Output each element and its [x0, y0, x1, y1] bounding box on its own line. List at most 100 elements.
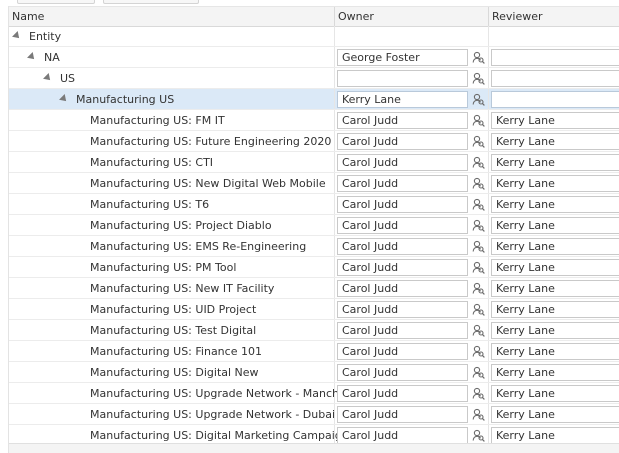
- tree-row[interactable]: Manufacturing US: Test Digital Carol Judd…: [9, 320, 619, 341]
- tree-node[interactable]: Manufacturing US: New Digital Web Mobile: [90, 173, 326, 193]
- owner-input[interactable]: Carol Judd: [337, 301, 468, 318]
- tree-row[interactable]: Manufacturing US Kerry Lane: [9, 89, 619, 110]
- tree-row[interactable]: NA George Foster: [9, 47, 619, 68]
- reviewer-input[interactable]: Kerry Lane: [491, 259, 619, 276]
- reviewer-input[interactable]: Kerry Lane: [491, 385, 619, 402]
- tree-node[interactable]: Manufacturing US: FM IT: [90, 110, 225, 130]
- owner-input[interactable]: Carol Judd: [337, 322, 468, 339]
- person-search-icon[interactable]: [470, 91, 487, 108]
- person-search-icon[interactable]: [470, 133, 487, 150]
- person-search-icon[interactable]: [470, 217, 487, 234]
- owner-input[interactable]: Carol Judd: [337, 133, 468, 150]
- tree-node[interactable]: Manufacturing US: Upgrade Network - Manc…: [90, 383, 367, 403]
- owner-input[interactable]: Carol Judd: [337, 343, 468, 360]
- toolbar-tab-clipped-2[interactable]: [103, 0, 199, 4]
- reviewer-input[interactable]: [491, 70, 619, 87]
- tree-row[interactable]: US: [9, 68, 619, 89]
- tree-node[interactable]: Manufacturing US: Project Diablo: [90, 215, 272, 235]
- reviewer-input[interactable]: Kerry Lane: [491, 406, 619, 423]
- person-search-icon[interactable]: [470, 196, 487, 213]
- person-search-icon[interactable]: [470, 49, 487, 66]
- tree-node[interactable]: Manufacturing US: T6: [90, 194, 209, 214]
- reviewer-input[interactable]: Kerry Lane: [491, 427, 619, 444]
- person-search-icon[interactable]: [470, 406, 487, 423]
- tree-row[interactable]: Manufacturing US: PM Tool Carol Judd Kerry…: [9, 257, 619, 278]
- person-search-icon[interactable]: [470, 322, 487, 339]
- person-search-icon[interactable]: [470, 280, 487, 297]
- tree-row[interactable]: Manufacturing US: FM IT Carol Judd Kerry L…: [9, 110, 619, 131]
- person-search-icon[interactable]: [470, 70, 487, 87]
- tree-node[interactable]: Manufacturing US: PM Tool: [90, 257, 236, 277]
- tree-node[interactable]: Manufacturing US: Finance 101: [90, 341, 262, 361]
- tree-node[interactable]: Entity: [12, 26, 61, 46]
- owner-input[interactable]: Carol Judd: [337, 427, 468, 444]
- owner-input[interactable]: Carol Judd: [337, 217, 468, 234]
- reviewer-input[interactable]: Kerry Lane: [491, 364, 619, 381]
- column-header-reviewer[interactable]: Reviewer: [489, 7, 619, 26]
- owner-input[interactable]: Carol Judd: [337, 175, 468, 192]
- reviewer-input[interactable]: Kerry Lane: [491, 112, 619, 129]
- reviewer-input[interactable]: Kerry Lane: [491, 175, 619, 192]
- tree-node[interactable]: Manufacturing US: Test Digital: [90, 320, 256, 340]
- tree-row[interactable]: Manufacturing US: CTI Carol Judd Kerry Lan…: [9, 152, 619, 173]
- owner-input[interactable]: Carol Judd: [337, 238, 468, 255]
- reviewer-input[interactable]: [491, 91, 619, 108]
- tree-row[interactable]: Entity: [9, 26, 619, 47]
- tree-node[interactable]: Manufacturing US: [59, 89, 174, 109]
- tree-row[interactable]: Manufacturing US: Project Diablo Carol Ju…: [9, 215, 619, 236]
- reviewer-input[interactable]: Kerry Lane: [491, 238, 619, 255]
- owner-input[interactable]: Carol Judd: [337, 196, 468, 213]
- reviewer-input[interactable]: Kerry Lane: [491, 322, 619, 339]
- owner-input[interactable]: Carol Judd: [337, 406, 468, 423]
- owner-input[interactable]: Kerry Lane: [337, 91, 468, 108]
- person-search-icon[interactable]: [470, 112, 487, 129]
- expanded-triangle-icon[interactable]: [43, 73, 53, 83]
- owner-input[interactable]: Carol Judd: [337, 112, 468, 129]
- tree-node[interactable]: US: [43, 68, 75, 88]
- owner-input[interactable]: Carol Judd: [337, 259, 468, 276]
- person-search-icon[interactable]: [470, 364, 487, 381]
- tree-row[interactable]: Manufacturing US: EMS Re-Engineering Caro…: [9, 236, 619, 257]
- person-search-icon[interactable]: [470, 238, 487, 255]
- person-search-icon[interactable]: [470, 385, 487, 402]
- owner-input[interactable]: Carol Judd: [337, 364, 468, 381]
- tree-row[interactable]: Manufacturing US: New IT Facility Carol J…: [9, 278, 619, 299]
- owner-input[interactable]: Carol Judd: [337, 385, 468, 402]
- reviewer-input[interactable]: Kerry Lane: [491, 301, 619, 318]
- reviewer-input[interactable]: Kerry Lane: [491, 280, 619, 297]
- tree-node[interactable]: Manufacturing US: UID Project: [90, 299, 256, 319]
- tree-node[interactable]: Manufacturing US: EMS Re-Engineering: [90, 236, 306, 256]
- tree-node[interactable]: NA: [27, 47, 60, 67]
- tree-node[interactable]: Manufacturing US: Future Engineering 202…: [90, 131, 331, 151]
- tree-row[interactable]: Manufacturing US: UID Project Carol Judd K…: [9, 299, 619, 320]
- tree-row[interactable]: Manufacturing US: Finance 101 Carol Judd K…: [9, 341, 619, 362]
- toolbar-tab-clipped-1[interactable]: [17, 0, 95, 4]
- person-search-icon[interactable]: [470, 154, 487, 171]
- person-search-icon[interactable]: [470, 343, 487, 360]
- person-search-icon[interactable]: [470, 175, 487, 192]
- tree-row[interactable]: Manufacturing US: Upgrade Network - Manc…: [9, 383, 619, 404]
- reviewer-input[interactable]: Kerry Lane: [491, 217, 619, 234]
- owner-input[interactable]: [337, 70, 468, 87]
- column-header-owner[interactable]: Owner: [335, 7, 488, 26]
- tree-row[interactable]: Manufacturing US: Digital New Carol Judd K…: [9, 362, 619, 383]
- reviewer-input[interactable]: Kerry Lane: [491, 343, 619, 360]
- person-search-icon[interactable]: [470, 427, 487, 444]
- reviewer-input[interactable]: [491, 49, 619, 66]
- expanded-triangle-icon[interactable]: [12, 31, 22, 41]
- reviewer-input[interactable]: Kerry Lane: [491, 133, 619, 150]
- tree-row[interactable]: Manufacturing US: Upgrade Network - Duba…: [9, 404, 619, 425]
- expanded-triangle-icon[interactable]: [59, 94, 69, 104]
- owner-input[interactable]: George Foster: [337, 49, 468, 66]
- tree-node[interactable]: Manufacturing US: Digital New: [90, 362, 259, 382]
- tree-node[interactable]: Manufacturing US: Digital Marketing Camp…: [90, 425, 349, 445]
- column-header-name[interactable]: Name: [9, 7, 334, 26]
- expanded-triangle-icon[interactable]: [27, 52, 37, 62]
- tree-node[interactable]: Manufacturing US: CTI: [90, 152, 213, 172]
- owner-input[interactable]: Carol Judd: [337, 154, 468, 171]
- tree-node[interactable]: Manufacturing US: Upgrade Network - Duba…: [90, 404, 335, 424]
- person-search-icon[interactable]: [470, 301, 487, 318]
- owner-input[interactable]: Carol Judd: [337, 280, 468, 297]
- tree-row[interactable]: Manufacturing US: New Digital Web Mobile…: [9, 173, 619, 194]
- tree-row[interactable]: Manufacturing US: T6 Carol Judd Kerry Lane: [9, 194, 619, 215]
